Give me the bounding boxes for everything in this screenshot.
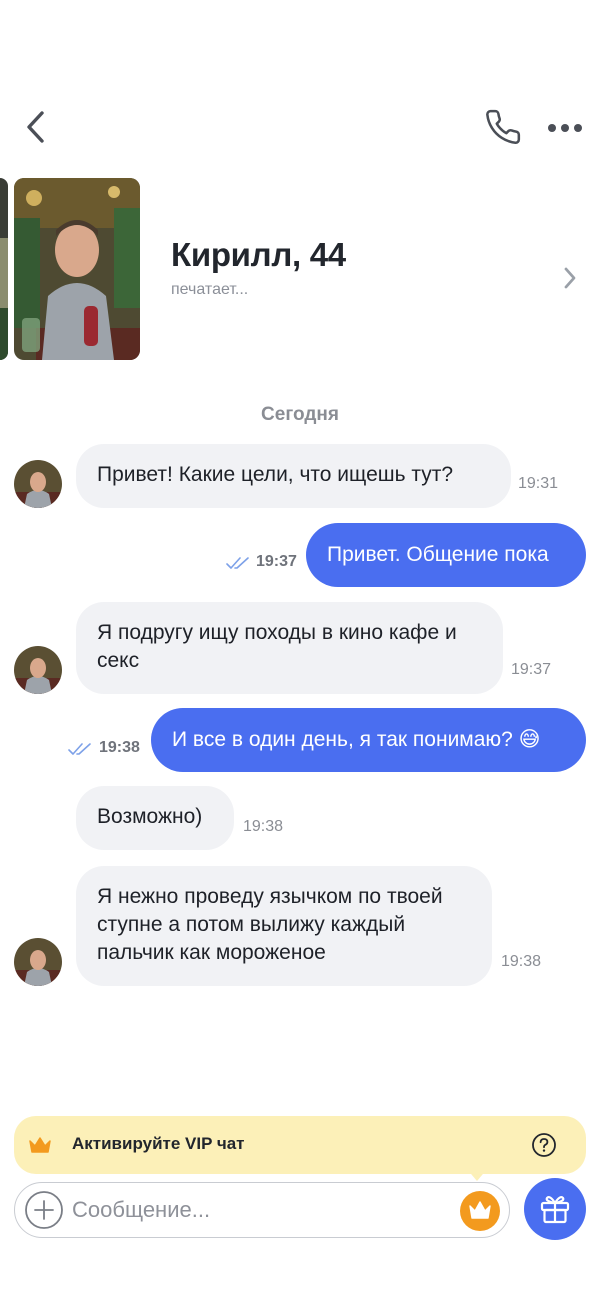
previous-profile-photo[interactable] bbox=[0, 178, 8, 360]
message-time: 19:38 bbox=[501, 953, 542, 970]
banner-pointer bbox=[466, 1168, 488, 1181]
message-text-line: пальчик как мороженое bbox=[97, 941, 326, 964]
message-text: И все в один день, я так понимаю? 😅 bbox=[172, 728, 541, 751]
message-time: 19:31 bbox=[518, 475, 559, 492]
call-button[interactable] bbox=[478, 102, 528, 152]
typing-status: печатает... bbox=[171, 281, 249, 298]
sender-avatar[interactable] bbox=[14, 646, 62, 694]
send-gift-button[interactable] bbox=[524, 1178, 586, 1240]
question-circle-icon[interactable] bbox=[531, 1132, 557, 1158]
open-profile-button[interactable] bbox=[552, 258, 588, 298]
crown-icon bbox=[29, 1137, 51, 1153]
incoming-message[interactable]: Возможно) bbox=[76, 786, 234, 850]
incoming-message[interactable]: Привет! Какие цели, что ищешь тут? bbox=[76, 444, 511, 508]
vip-chat-label[interactable]: Активируйте VIP чат bbox=[72, 1134, 245, 1154]
message-time: 19:37 bbox=[256, 553, 297, 570]
outgoing-message[interactable]: Привет. Общение пока bbox=[306, 523, 586, 587]
more-button[interactable] bbox=[540, 108, 590, 148]
date-separator: Сегодня bbox=[261, 404, 339, 425]
profile-photo[interactable] bbox=[14, 178, 140, 360]
message-text-line: Я нежно проведу язычком по твоей bbox=[97, 885, 443, 908]
chevron-left-icon bbox=[27, 111, 44, 143]
outgoing-message[interactable]: И все в один день, я так понимаю? 😅 bbox=[151, 708, 586, 772]
incoming-message[interactable]: Я подругу ищу походы в кино кафе и секс bbox=[76, 602, 503, 694]
sender-avatar[interactable] bbox=[14, 460, 62, 508]
message-input[interactable] bbox=[72, 1194, 432, 1226]
message-text: Привет! Какие цели, что ищешь тут? bbox=[97, 463, 454, 486]
more-horizontal-icon bbox=[548, 124, 582, 132]
plus-circle-icon[interactable] bbox=[24, 1190, 64, 1230]
crown-icon[interactable] bbox=[460, 1191, 500, 1231]
message-text: Привет. Общение пока bbox=[327, 543, 549, 566]
read-ticks-icon bbox=[68, 743, 91, 755]
read-ticks-icon bbox=[226, 557, 249, 569]
message-time: 19:38 bbox=[243, 818, 284, 835]
profile-name[interactable]: Кирилл, 44 bbox=[171, 236, 346, 274]
message-text: Возможно) bbox=[97, 805, 203, 828]
gift-icon bbox=[540, 1196, 570, 1224]
message-text-line: ступне а потом вылижу каждый bbox=[97, 913, 406, 936]
message-time: 19:38 bbox=[99, 739, 140, 756]
message-text-line: Я подругу ищу походы в кино кафе и bbox=[97, 621, 457, 644]
back-button[interactable] bbox=[14, 104, 56, 150]
incoming-message[interactable]: Я нежно проведу язычком по твоей ступне … bbox=[76, 866, 492, 986]
sender-avatar[interactable] bbox=[14, 938, 62, 986]
message-text-line: секс bbox=[97, 649, 140, 672]
message-time: 19:37 bbox=[511, 661, 552, 678]
phone-icon bbox=[486, 109, 521, 144]
chevron-right-icon bbox=[564, 267, 576, 289]
